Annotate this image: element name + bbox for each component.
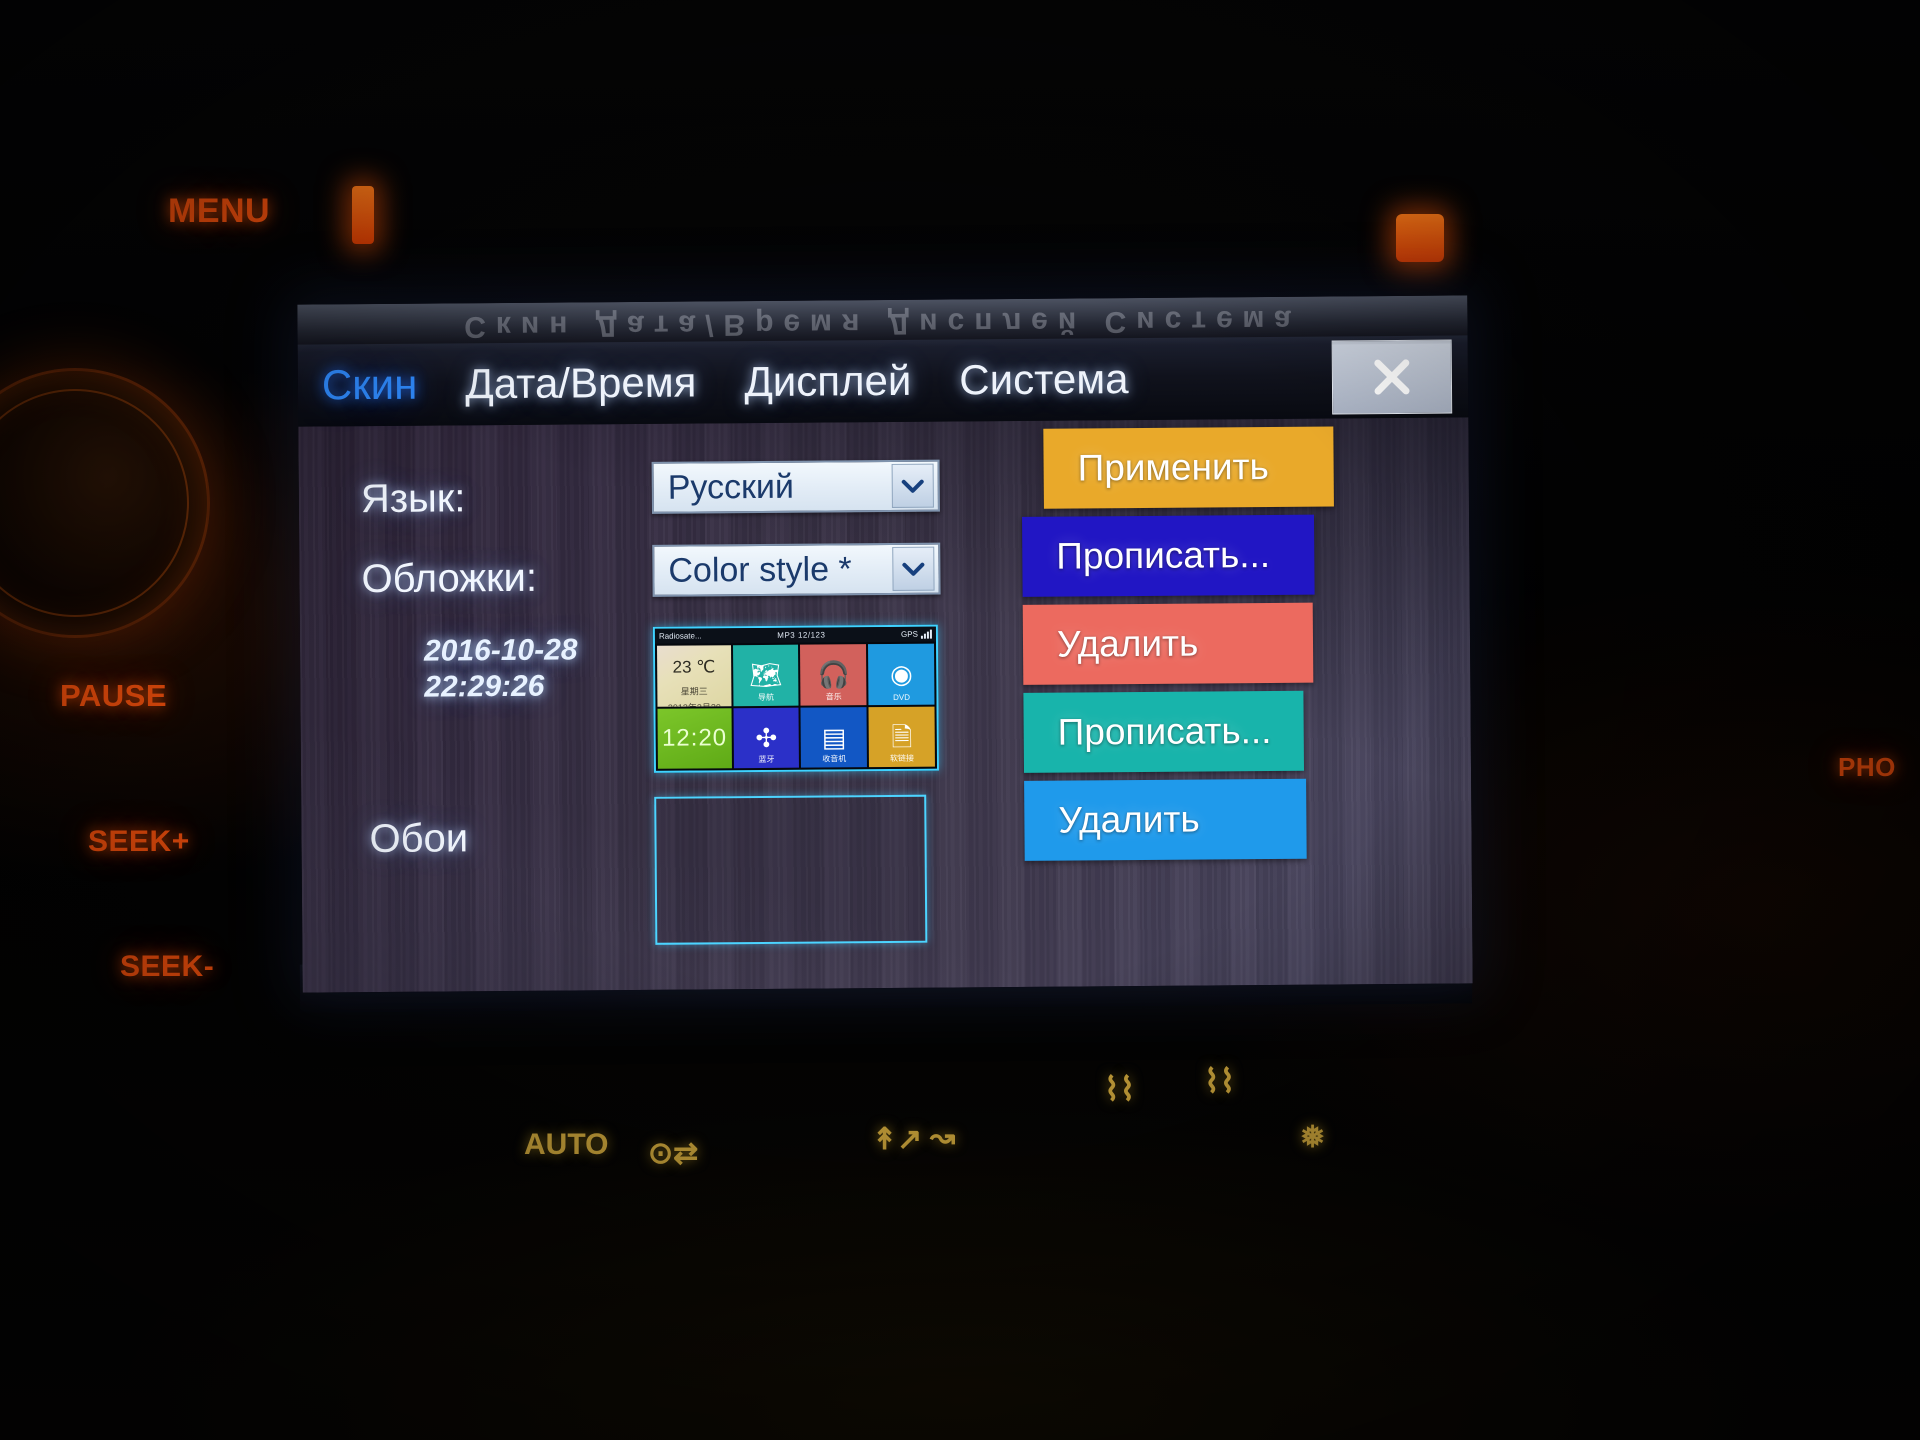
preview-weekday: 星期三 — [680, 686, 708, 697]
wallpaper-preview-box[interactable] — [654, 794, 928, 945]
rear-defrost-icon[interactable]: ⌇⌇ — [1104, 1070, 1135, 1108]
dash-indicator-light-right — [1396, 214, 1444, 262]
preview-tile-caption: 软链接 — [889, 753, 915, 763]
preview-tile-music: 🎧 音乐 — [800, 644, 867, 706]
preview-gps-status: GPS — [900, 629, 932, 639]
wallpaper-label: Обои — [369, 816, 469, 862]
disc-icon: ◉ — [889, 659, 913, 690]
language-select-value: Русский — [667, 467, 795, 507]
delete-skin-button[interactable]: Удалить — [1022, 602, 1314, 685]
preview-station-name: Radiosate... — [658, 631, 702, 641]
language-select[interactable]: Русский — [651, 459, 940, 514]
head-unit-screen: Скин Дата/Время Дисплей Система Скин Дата… — [297, 295, 1473, 993]
chevron-down-icon — [902, 562, 925, 576]
preview-status-bar: Radiosate... MP3 12/123 GPS — [654, 626, 936, 644]
ac-icon[interactable]: ❅ — [1300, 1120, 1325, 1155]
dash-button-menu[interactable]: MENU — [168, 192, 270, 231]
preview-tile-grid: 23 ℃ 星期三 2012年2月20 🗺 导航 🎧 音乐 ◉ DVD — [654, 641, 937, 771]
preview-gps-label: GPS — [900, 629, 918, 639]
map-icon: 🗺 — [749, 660, 783, 691]
close-icon — [1374, 359, 1410, 395]
climate-auto[interactable]: AUTO — [524, 1128, 608, 1162]
preview-tile-files: 🗎 软链接 — [868, 706, 935, 768]
preview-date: 2012年2月20 — [668, 700, 721, 706]
car-recirculation-icon: ⊙⇄ — [648, 1137, 699, 1170]
skin-label: Обложки: — [361, 555, 538, 602]
delete-wallpaper-button[interactable]: Удалить — [1024, 778, 1307, 861]
dash-button-pause[interactable]: PAUSE — [60, 678, 167, 714]
skin-select-arrow[interactable] — [892, 546, 935, 591]
radio-icon: ▤ — [821, 722, 847, 753]
preview-tile-weather: 23 ℃ 星期三 2012年2月20 — [657, 645, 732, 707]
apply-button[interactable]: Применить — [1043, 426, 1334, 509]
dash-button-seek-[interactable]: SEEK- — [120, 950, 214, 984]
tab-bar: Скин Дата/Время Дисплей Система — [297, 335, 1469, 427]
dash-indicator-light-left — [352, 186, 374, 244]
screenshot-root: MENU PAUSE SEEK+ SEEK- PHO AUTO ⊙⇄ ↟↗ ↝ ⌇⌇ ⌇… — [0, 0, 1920, 1440]
bluetooth-icon: ✣ — [755, 722, 778, 753]
airflow-feet-icon: ↝ — [930, 1121, 956, 1154]
tabbar-spacer — [1152, 377, 1331, 378]
language-label: Язык: — [360, 476, 466, 522]
close-button[interactable] — [1331, 339, 1453, 415]
front-defrost-icon[interactable]: ⌇⌇ — [1204, 1062, 1235, 1100]
chevron-down-icon — [901, 479, 924, 493]
preview-clock-time: 12:20 — [661, 723, 728, 752]
tab-system[interactable]: Система — [935, 355, 1152, 403]
tab-skin[interactable]: Скин — [298, 361, 442, 409]
headphones-icon: 🎧 — [817, 659, 850, 690]
tab-date-time[interactable]: Дата/Время — [441, 358, 720, 407]
current-date: 2016-10-28 — [423, 633, 578, 668]
preview-tile-caption: DVD — [893, 692, 910, 702]
language-select-arrow[interactable] — [891, 463, 934, 508]
preview-tile-radio: ▤ 收音机 — [800, 706, 868, 768]
tab-display[interactable]: Дисплей — [720, 357, 935, 405]
preview-tile-bluetooth: ✣ 蓝牙 — [733, 707, 800, 769]
install-skin-button[interactable]: Прописать... — [1022, 514, 1315, 597]
skin-preview-thumbnail[interactable]: Radiosate... MP3 12/123 GPS 23 ℃ 星期三 201… — [652, 624, 939, 773]
preview-tile-clock: 12:20 — [657, 707, 732, 769]
files-icon: 🗎 — [891, 721, 913, 752]
preview-tile-dvd: ◉ DVD — [868, 643, 935, 705]
preview-tile-navigation: 🗺 导航 — [732, 644, 799, 706]
airflow-face-icon: ↟↗ — [872, 1123, 923, 1156]
dash-button-pho[interactable]: PHO — [1838, 752, 1896, 783]
dash-button-seek-[interactable]: SEEK+ — [88, 825, 190, 859]
preview-temperature: 23 ℃ — [672, 657, 716, 677]
current-time: 22:29:26 — [424, 669, 545, 704]
preview-track-info: MP3 12/123 — [777, 630, 826, 640]
preview-tile-caption: 导航 — [757, 692, 774, 702]
signal-bars-icon — [920, 629, 932, 639]
preview-tile-caption: 收音机 — [822, 754, 847, 764]
skin-select-value: Color style * — [668, 549, 852, 590]
preview-tile-caption: 蓝牙 — [758, 754, 775, 764]
skin-select[interactable]: Color style * — [652, 542, 941, 597]
install-wallpaper-button[interactable]: Прописать... — [1023, 690, 1305, 773]
preview-tile-caption: 音乐 — [825, 691, 842, 701]
